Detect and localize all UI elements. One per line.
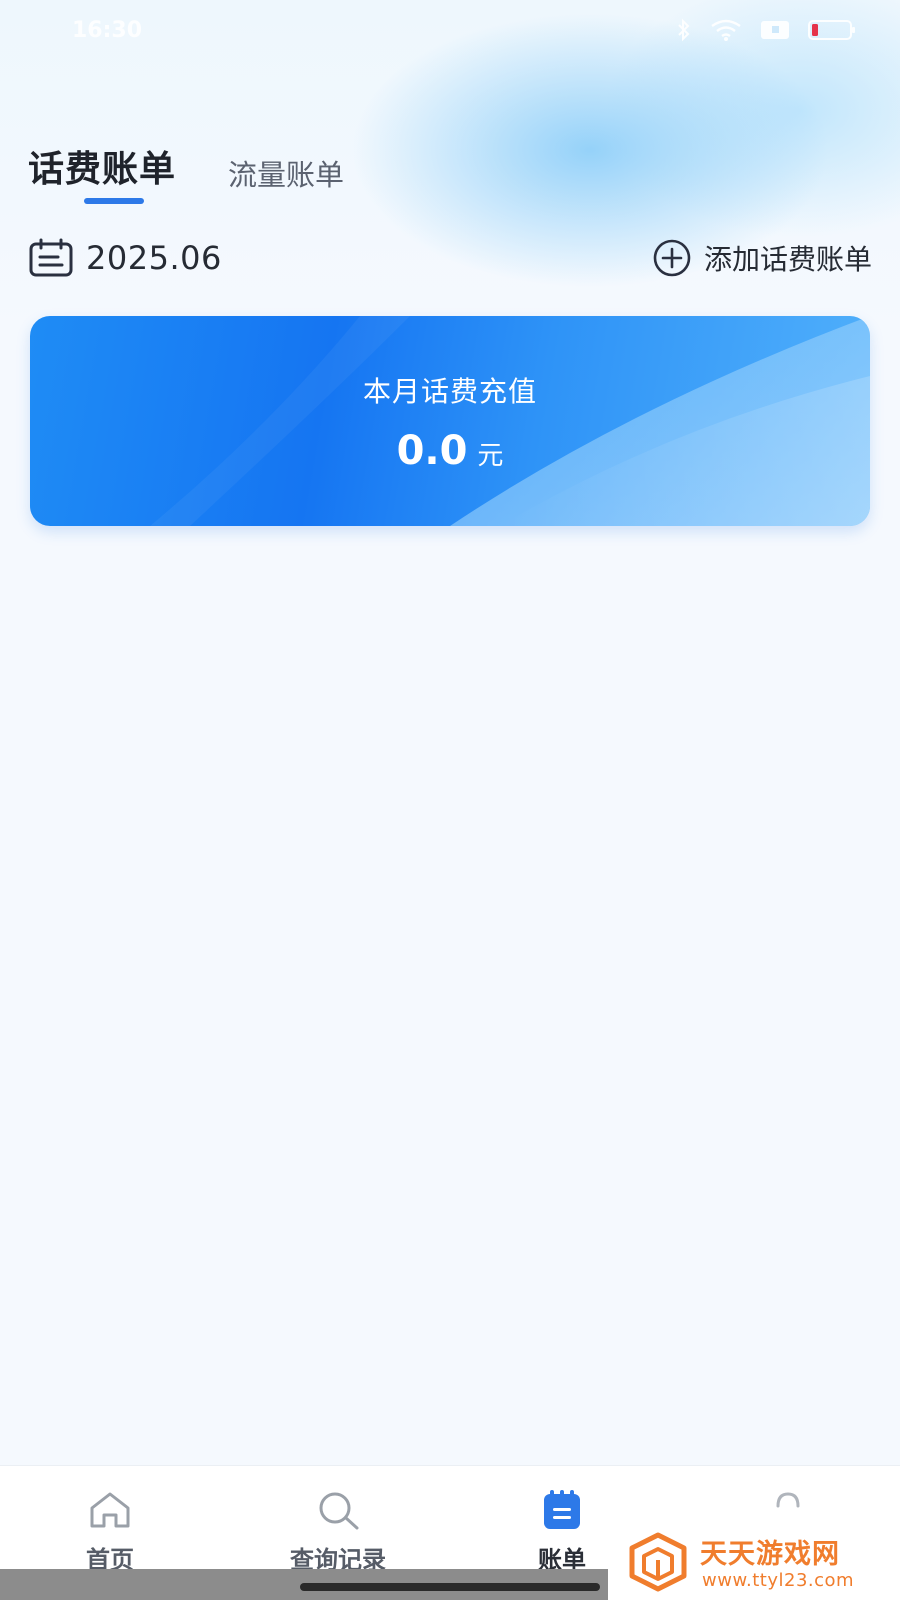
wifi-icon [711,19,741,41]
screen-record-icon [761,21,789,39]
bluetooth-icon [678,18,690,42]
monthly-recharge-card: 本月话费充值 0.0 元 [30,316,870,526]
tab-data-bill-label: 流量账单 [228,158,345,192]
nav-item-home[interactable]: 首页 [30,1490,190,1575]
status-bar: 16:30 [0,0,900,64]
plus-circle-icon [653,239,691,277]
nav-item-bill[interactable]: 账单 [482,1490,642,1575]
nav-item-query-records[interactable]: 查询记录 [258,1490,418,1575]
calendar-icon [29,238,73,277]
tab-data-bill[interactable]: 流量账单 [228,152,344,194]
home-icon [90,1492,130,1528]
bill-tabs: 话费账单 流量账单 [28,140,344,210]
date-row: 2025.06 添加话费账单 [28,238,872,284]
add-phone-bill-button[interactable]: 添加话费账单 [652,238,872,278]
active-tab-indicator [84,198,144,204]
recharge-amount: 0.0 [396,428,468,474]
card-title: 本月话费充值 [362,375,537,408]
watermark-url: www.ttyl23.com [702,1570,855,1591]
watermark-logo-icon [629,1532,687,1592]
recharge-amount-row: 0.0 元 [30,428,870,474]
card-decoration [150,316,870,526]
profile-icon [776,1492,800,1508]
status-icons [676,18,856,42]
selected-month: 2025.06 [86,239,222,277]
tab-phone-bill[interactable]: 话费账单 [28,140,177,204]
month-picker[interactable]: 2025.06 [28,238,222,278]
add-phone-bill-label: 添加话费账单 [703,243,872,276]
watermark-name: 天天游戏网 [700,1539,840,1570]
status-time: 16:30 [72,18,143,43]
search-icon [319,1492,359,1530]
tab-phone-bill-label: 话费账单 [28,149,177,190]
battery-icon [808,20,855,40]
bill-icon [544,1490,580,1529]
site-watermark: 天天游戏网 www.ttyl23.com [628,1528,900,1600]
home-indicator[interactable] [300,1583,600,1591]
currency-unit: 元 [477,441,504,471]
